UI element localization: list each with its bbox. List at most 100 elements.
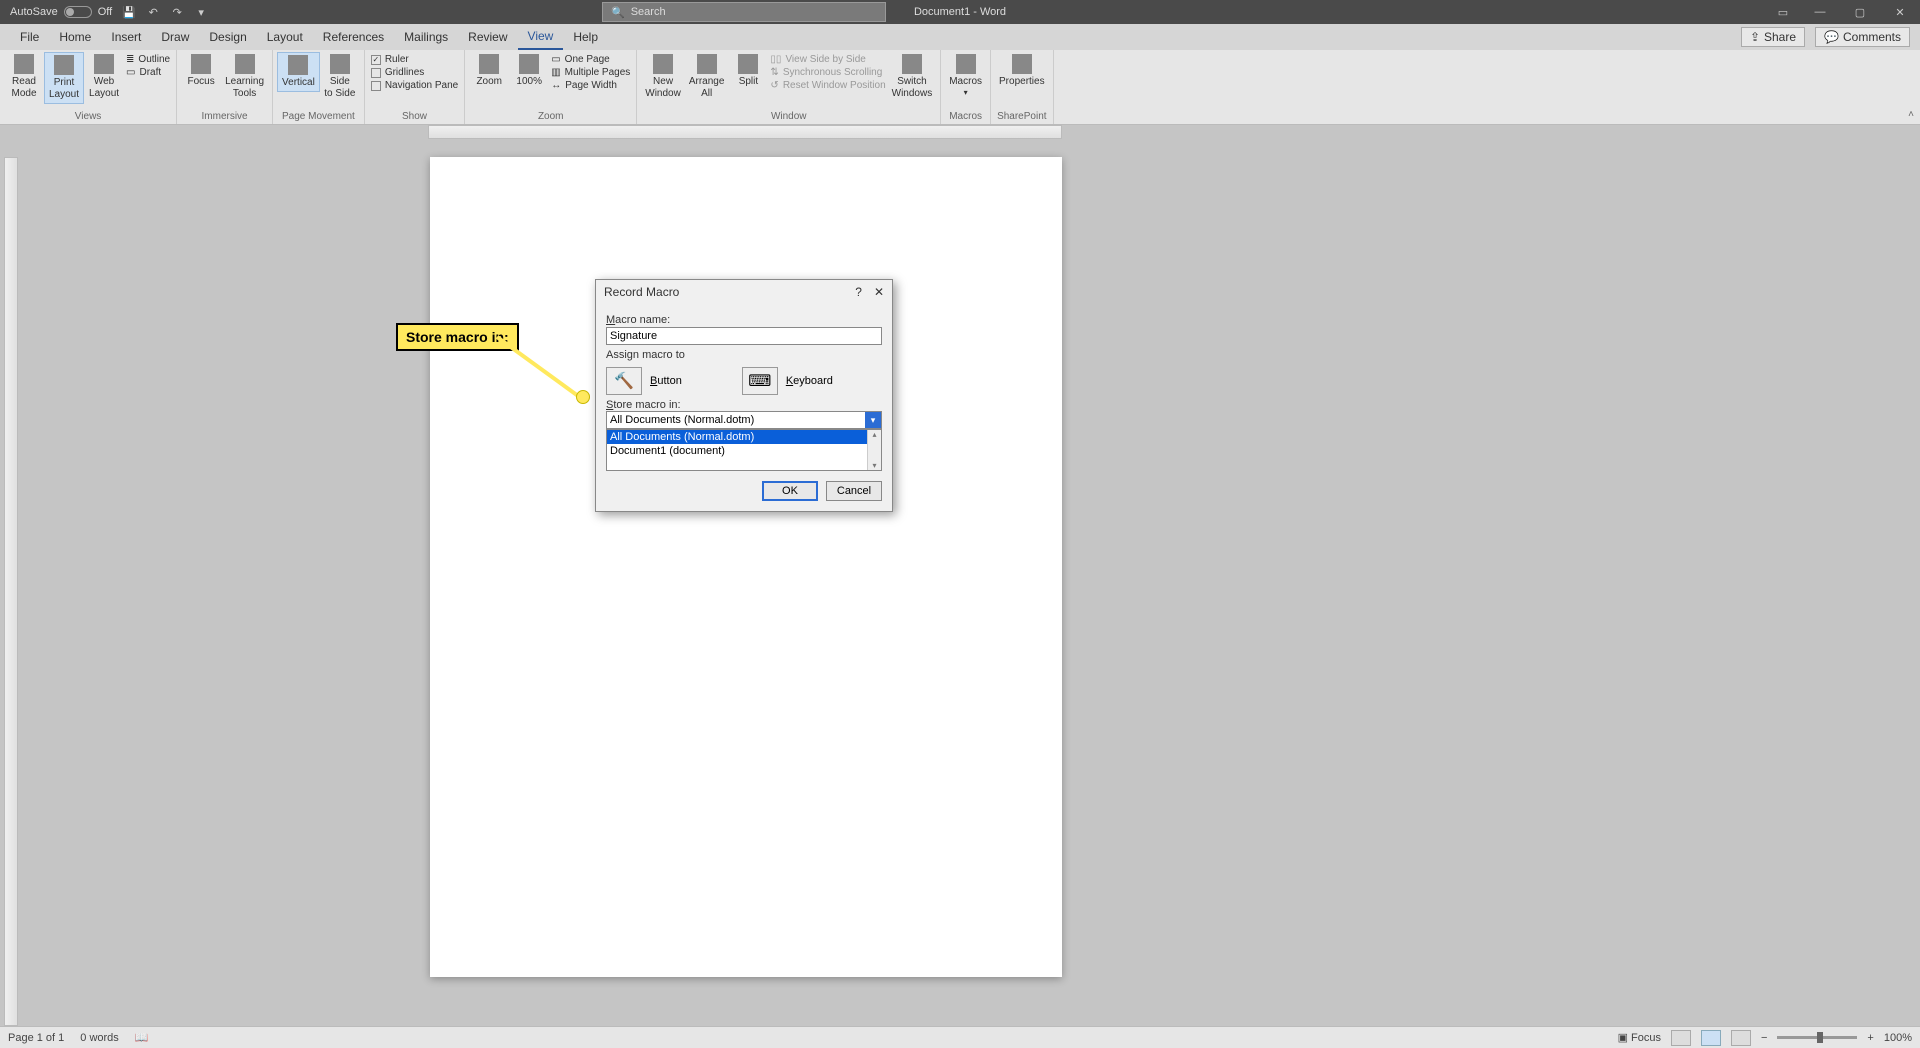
tab-insert[interactable]: Insert: [101, 24, 151, 50]
side-to-side-button[interactable]: Side to Side: [320, 52, 360, 102]
group-label-macros: Macros: [945, 111, 986, 124]
share-button[interactable]: ⇪ Share: [1741, 27, 1805, 47]
hundred-icon: [519, 54, 539, 74]
tab-view[interactable]: View: [518, 24, 564, 50]
focus-mode-button[interactable]: ▣ Focus: [1618, 1031, 1661, 1044]
autosave-toggle[interactable]: AutoSave Off: [10, 6, 112, 18]
reset-window-icon: ↺: [770, 80, 778, 91]
dialog-help-button[interactable]: ?: [855, 285, 862, 299]
group-show: ✓Ruler Gridlines Navigation Pane Show: [365, 50, 465, 124]
listbox-scrollbar[interactable]: ▴▾: [867, 430, 881, 470]
save-icon[interactable]: 💾: [122, 5, 136, 19]
arrange-all-button[interactable]: Arrange All: [685, 52, 729, 102]
minimize-button[interactable]: —: [1800, 0, 1840, 24]
tab-layout[interactable]: Layout: [257, 24, 313, 50]
assign-button-option[interactable]: 🔨 Button: [606, 367, 682, 395]
web-layout-view-button[interactable]: [1731, 1030, 1751, 1046]
draft-button[interactable]: ▭Draft: [126, 67, 170, 78]
horizontal-ruler[interactable]: [428, 125, 1062, 139]
ruler-checkbox[interactable]: ✓Ruler: [371, 54, 458, 65]
dialog-close-button[interactable]: ✕: [874, 285, 884, 299]
qat-more-icon[interactable]: ▾: [194, 5, 208, 19]
cancel-button[interactable]: Cancel: [826, 481, 882, 501]
zoom-icon: [479, 54, 499, 74]
web-layout-icon: [94, 54, 114, 74]
autosave-state: Off: [98, 6, 112, 18]
maximize-button[interactable]: ▢: [1840, 0, 1880, 24]
assign-keyboard-option[interactable]: ⌨ Keyboard: [742, 367, 833, 395]
tab-draw[interactable]: Draw: [151, 24, 199, 50]
ribbon: Read Mode Print Layout Web Layout ≣Outli…: [0, 50, 1920, 125]
listbox-item-document1[interactable]: Document1 (document): [607, 444, 881, 458]
toggle-icon: [64, 6, 92, 18]
collapse-ribbon-button[interactable]: ˄: [1908, 109, 1914, 120]
ribbon-display-icon[interactable]: ▭: [1776, 5, 1790, 19]
group-label-views: Views: [4, 111, 172, 124]
statusbar: Page 1 of 1 0 words 📖 ▣ Focus − + 100%: [0, 1026, 1920, 1048]
spell-check-icon[interactable]: 📖: [135, 1031, 149, 1044]
tab-help[interactable]: Help: [563, 24, 608, 50]
outline-button[interactable]: ≣Outline: [126, 54, 170, 65]
search-input[interactable]: 🔍 Search: [602, 2, 886, 22]
page-info[interactable]: Page 1 of 1: [8, 1032, 64, 1044]
zoom-in-button[interactable]: +: [1867, 1032, 1873, 1044]
switch-windows-button[interactable]: Switch Windows: [888, 52, 937, 102]
tab-home[interactable]: Home: [49, 24, 101, 50]
word-count[interactable]: 0 words: [80, 1032, 119, 1044]
group-sharepoint: Properties SharePoint: [991, 50, 1054, 124]
learning-tools-button[interactable]: Learning Tools: [221, 52, 268, 102]
focus-button[interactable]: Focus: [181, 52, 221, 90]
web-layout-button[interactable]: Web Layout: [84, 52, 124, 102]
zoom-button[interactable]: Zoom: [469, 52, 509, 90]
dialog-titlebar[interactable]: Record Macro ? ✕: [596, 280, 892, 304]
group-label-immersive: Immersive: [181, 111, 268, 124]
listbox-item-all-documents[interactable]: All Documents (Normal.dotm): [607, 430, 881, 444]
properties-button[interactable]: Properties: [995, 52, 1049, 90]
properties-icon: [1012, 54, 1032, 74]
document-surface: Store macro in: Record Macro ? ✕ Macro n…: [0, 143, 1920, 1026]
zoom-value[interactable]: 100%: [1884, 1032, 1912, 1044]
store-macro-listbox[interactable]: All Documents (Normal.dotm) Document1 (d…: [606, 429, 882, 471]
zoom-out-button[interactable]: −: [1761, 1032, 1767, 1044]
group-label-show: Show: [369, 111, 460, 124]
new-window-icon: [653, 54, 673, 74]
zoom-thumb[interactable]: [1817, 1032, 1823, 1043]
tab-mailings[interactable]: Mailings: [394, 24, 458, 50]
vertical-ruler[interactable]: [4, 157, 18, 1026]
undo-icon[interactable]: ↶: [146, 5, 160, 19]
combo-selected-value: All Documents (Normal.dotm): [610, 414, 754, 426]
redo-icon[interactable]: ↷: [170, 5, 184, 19]
multiple-pages-button[interactable]: ▥Multiple Pages: [551, 67, 630, 78]
store-macro-combo[interactable]: All Documents (Normal.dotm) ▾: [606, 411, 882, 429]
callout-text: Store macro in:: [406, 329, 509, 345]
page-width-button[interactable]: ↔Page Width: [551, 80, 630, 91]
group-label-zoom: Zoom: [469, 111, 632, 124]
tab-review[interactable]: Review: [458, 24, 517, 50]
ribbon-tabs: File Home Insert Draw Design Layout Refe…: [0, 24, 1920, 50]
learning-tools-icon: [235, 54, 255, 74]
macros-button[interactable]: Macros▾: [945, 52, 986, 100]
gridlines-checkbox[interactable]: Gridlines: [371, 67, 458, 78]
navigation-pane-checkbox[interactable]: Navigation Pane: [371, 80, 458, 91]
tab-references[interactable]: References: [313, 24, 394, 50]
ok-button[interactable]: OK: [762, 481, 818, 501]
read-mode-button[interactable]: Read Mode: [4, 52, 44, 102]
macro-name-input[interactable]: [606, 327, 882, 345]
tab-design[interactable]: Design: [199, 24, 256, 50]
print-layout-view-button[interactable]: [1701, 1030, 1721, 1046]
comments-button[interactable]: 💬 Comments: [1815, 27, 1910, 47]
group-label-sharepoint: SharePoint: [995, 111, 1049, 124]
close-button[interactable]: ✕: [1880, 0, 1920, 24]
zoom-slider[interactable]: [1777, 1036, 1857, 1039]
one-page-button[interactable]: ▭One Page: [551, 54, 630, 65]
comments-icon: 💬: [1824, 30, 1839, 44]
vertical-button[interactable]: Vertical: [277, 52, 320, 92]
read-mode-view-button[interactable]: [1671, 1030, 1691, 1046]
print-layout-button[interactable]: Print Layout: [44, 52, 84, 104]
autosave-label: AutoSave: [10, 6, 58, 18]
tab-file[interactable]: File: [10, 24, 49, 50]
split-button[interactable]: Split: [728, 52, 768, 90]
hundred-percent-button[interactable]: 100%: [509, 52, 549, 90]
ruler-area: [0, 125, 1920, 143]
new-window-button[interactable]: New Window: [641, 52, 685, 102]
